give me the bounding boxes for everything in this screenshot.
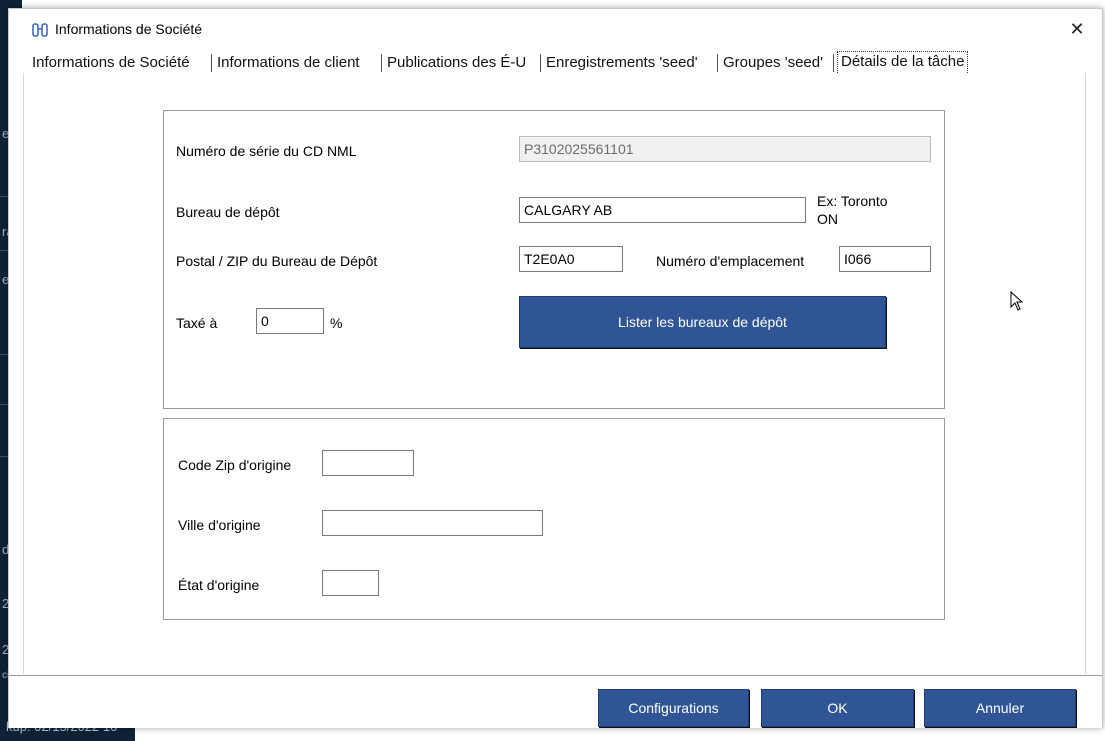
tab-company-info[interactable]: Informations de Société [32,53,190,73]
tab-seed-groups[interactable]: Groupes 'seed' [723,53,823,73]
origin-state-label: État d'origine [178,577,260,593]
tax-label: Taxé à [176,315,218,331]
tax-field[interactable] [256,308,324,334]
list-offices-button[interactable]: Lister les bureaux de dépôt [519,296,886,348]
serial-label: Numéro de série du CD NML [176,143,357,159]
window-title: Informations de Société [55,21,203,37]
tab-seed-records[interactable]: Enregistrements 'seed' [546,53,698,73]
location-label: Numéro d'emplacement [656,253,805,269]
office-hint: Ex: Toronto [817,193,888,209]
tab-client-info[interactable]: Informations de client [217,53,360,73]
dialog-window: Informations de Société ✕ Informations d… [8,8,1103,728]
tab-task-details[interactable]: Détails de la tâche [837,51,969,75]
serial-field[interactable] [519,136,931,162]
close-icon: ✕ [1069,19,1085,39]
origin-panel: Code Zip d'origine Ville d'origine État … [163,418,945,620]
office-field[interactable] [519,197,806,223]
tax-unit: % [330,315,343,331]
tab-content: Numéro de série du CD NML Bureau de dépô… [23,73,1086,674]
tab-us-publications[interactable]: Publications des É-U [387,53,526,73]
origin-zip-field[interactable] [322,450,414,476]
close-button[interactable]: ✕ [1064,17,1090,41]
cancel-button[interactable]: Annuler [924,689,1076,727]
ok-button[interactable]: OK [761,689,914,727]
postal-label: Postal / ZIP du Bureau de Dépôt [176,253,378,269]
title-bar: Informations de Société ✕ [9,9,1102,49]
origin-city-label: Ville d'origine [178,517,261,533]
binoculars-icon [31,21,49,39]
office-label: Bureau de dépôt [176,204,280,220]
configurations-button[interactable]: Configurations [598,689,749,727]
origin-city-field[interactable] [322,510,543,536]
postal-field[interactable] [519,246,623,272]
deposit-office-panel: Numéro de série du CD NML Bureau de dépô… [163,110,945,409]
dialog-footer: Configurations OK Annuler [9,675,1102,728]
mouse-cursor-icon [1010,291,1024,311]
office-hint-line2: ON [817,211,838,227]
location-field[interactable] [839,246,931,272]
origin-state-field[interactable] [322,570,379,596]
tab-bar: Informations de Société Informations de … [25,51,1102,75]
origin-zip-label: Code Zip d'origine [178,457,292,473]
